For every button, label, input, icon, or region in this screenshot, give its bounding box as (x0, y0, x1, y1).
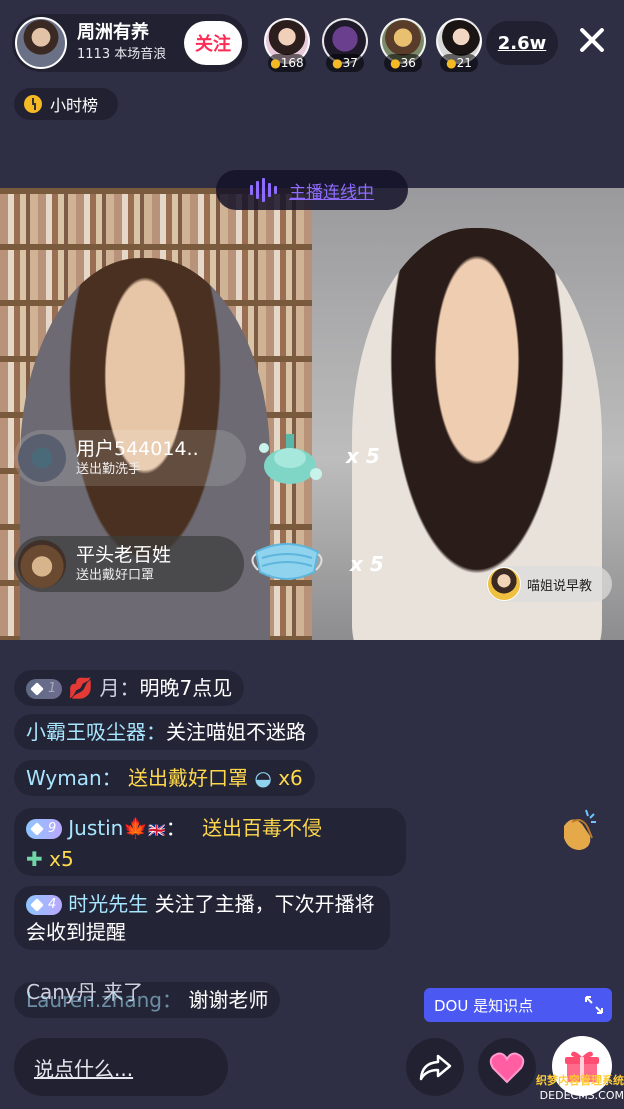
clock-icon (24, 95, 42, 113)
chat-message: 1 💋 月：明晚7点见 (14, 670, 245, 706)
viewer-score: ●36 (384, 54, 422, 72)
chat-username: 时光先生 (68, 892, 149, 916)
guest-name-tag[interactable]: 喵姐说早教 (486, 566, 612, 602)
top-viewer[interactable]: ●168 (264, 18, 310, 72)
top-viewer[interactable]: ●36 (380, 18, 426, 72)
chat-message: 小霸王吸尘器：关注喵姐不迷路 (14, 714, 318, 750)
fan-level-badge: 1 (26, 679, 63, 699)
expand-icon (585, 996, 603, 1014)
viewer-score: ●21 (440, 54, 478, 72)
gift-action: 送出勤洗手 (76, 462, 142, 477)
gift-user-name: 平头老百姓 (76, 544, 172, 566)
chat-text: 谢谢老师 (188, 988, 269, 1012)
chat-text: 关注喵姐不迷路 (166, 720, 306, 744)
chat-text: 明晚7点见 (139, 676, 233, 700)
chat-gift-text: 送出戴好口罩 (128, 766, 249, 790)
host-name: 周洲有养 (77, 22, 149, 43)
face-mask-gift-icon (251, 543, 323, 580)
viewer-score: ●37 (326, 54, 364, 72)
link-status-text: 主播连线中 (289, 182, 374, 203)
chat-username: 月： (99, 676, 140, 700)
hourly-rank-label: 小时榜 (50, 96, 99, 115)
lips-icon: 💋 (68, 676, 94, 700)
top-viewer[interactable]: ●37 (322, 18, 368, 72)
close-icon[interactable] (574, 22, 610, 58)
chat-username: Cany丹 来了 Lauren.zhang： (26, 980, 188, 1012)
chat-message: 4 时光先生 关注了主播，下次开播将会收到提醒 (14, 886, 390, 950)
viewer-score: ●168 (268, 54, 306, 72)
gift-notification: 平头老百姓 送出戴好口罩 (14, 536, 244, 592)
top-viewer[interactable]: ●21 (436, 18, 482, 72)
uk-flag-icon: 🇬🇧 (148, 823, 166, 839)
watermark: 织梦内容管理系统 DEDECMS.COM (512, 1073, 624, 1103)
hand-wash-gift-icon (259, 434, 322, 484)
maple-leaf-icon: 🍁 (123, 816, 149, 840)
gift-user-avatar (18, 540, 66, 588)
chat-username-overlap: Lauren.zhang： (26, 988, 182, 1012)
dou-label: DOU 是知识点 (434, 996, 534, 1015)
gift-user-avatar (18, 434, 66, 482)
dou-knowledge-button[interactable]: DOU 是知识点 (424, 988, 612, 1022)
gift-multiplier: x 5 (350, 552, 384, 576)
host-info: 周洲有养 1113 本场音浪 (77, 22, 166, 64)
chat-message: Cany丹 来了 Lauren.zhang： 谢谢老师 (14, 980, 281, 1018)
guest-name: 喵姐说早教 (527, 578, 593, 594)
fan-level-badge: 9 (26, 819, 63, 839)
chat-gift-count: x5 (49, 847, 74, 871)
chat-message: 9 Justin🍁🇬🇧： 送出百毒不侵 ✚ x5 (14, 808, 406, 876)
share-button[interactable] (406, 1038, 464, 1096)
fan-level-badge: 4 (26, 895, 63, 915)
chat-username: Wyman： (26, 766, 122, 790)
gift-user-name: 用户544014.. (76, 438, 199, 460)
host-avatar[interactable] (15, 17, 67, 69)
gift-action: 送出戴好口罩 (76, 568, 155, 583)
chat-username: 小霸王吸尘器： (26, 720, 166, 744)
share-icon (419, 1054, 452, 1081)
comment-placeholder: 说点什么... (34, 1056, 134, 1081)
chat-gift-text: 送出百毒不侵 (202, 816, 323, 840)
hourly-rank-button[interactable]: 小时榜 (14, 88, 118, 120)
gift-multiplier: x 5 (346, 444, 380, 468)
chat-username: Justin (68, 816, 124, 840)
chat-gift-count: x6 (278, 766, 303, 790)
viewer-count-button[interactable]: 2.6w (486, 21, 558, 65)
antivirus-gift-icon: ✚ (26, 847, 43, 871)
comment-input[interactable]: 说点什么... (14, 1038, 228, 1096)
host-info-pill[interactable]: 周洲有养 1113 本场音浪 关注 (12, 14, 248, 72)
gift-notification: 用户544014.. 送出勤洗手 (14, 430, 246, 486)
clapping-hands-icon[interactable] (552, 806, 602, 856)
sound-wave-icon (250, 178, 277, 202)
watermark-top: 织梦内容管理系统 (536, 1074, 624, 1087)
watermark-bottom: DEDECMS.COM (539, 1089, 624, 1102)
follow-button[interactable]: 关注 (184, 21, 242, 65)
face-mask-icon: ◒ (254, 766, 272, 790)
host-stats: 1113 本场音浪 (77, 47, 167, 62)
link-status-pill[interactable]: 主播连线中 (216, 170, 408, 210)
guest-avatar (487, 567, 521, 601)
chat-message: Wyman： 送出戴好口罩 ◒ x6 (14, 760, 315, 796)
